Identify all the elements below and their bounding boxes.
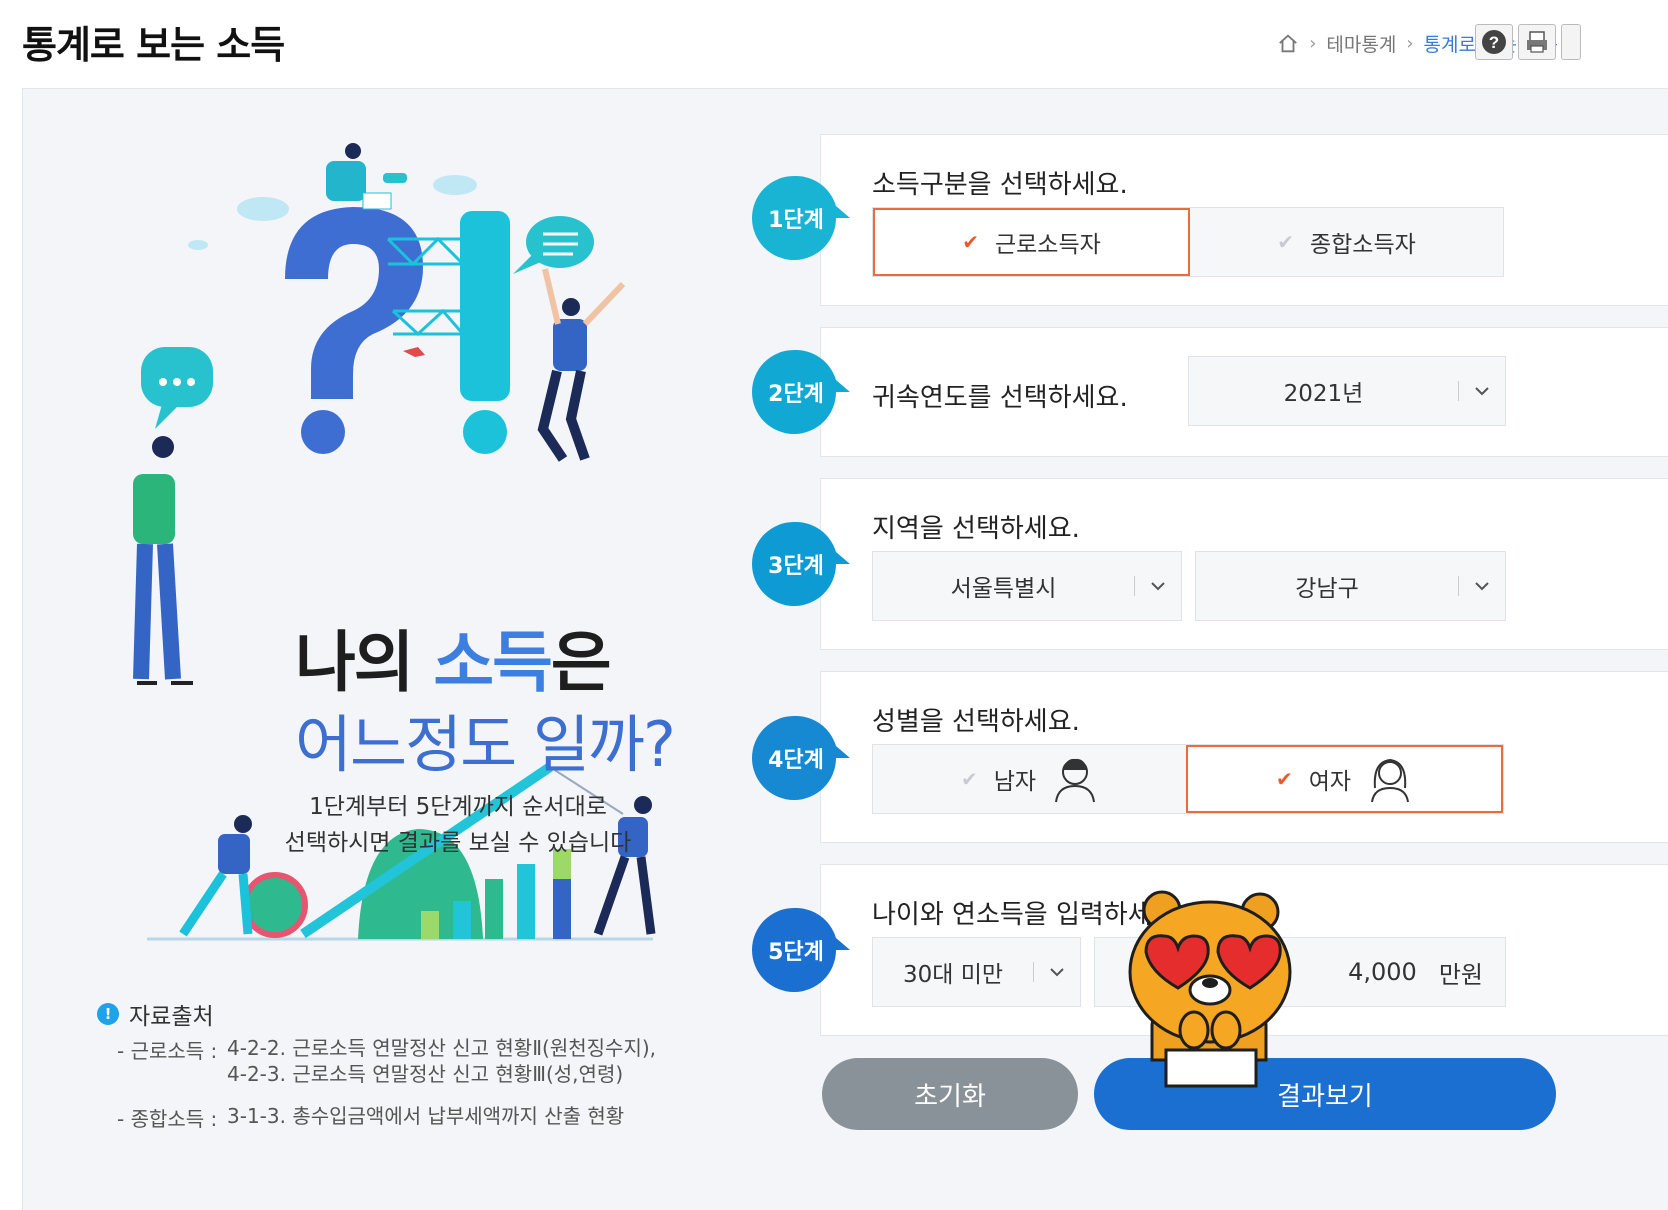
home-icon[interactable] [1277, 33, 1299, 55]
hero-text-2: 은 [550, 624, 612, 701]
step-1-question: 소득구분을 선택하세요. [872, 170, 1128, 200]
source-row-global: - 종합소득 : 3-1-3. 총수입금액에서 납부세액까지 산출 현황 [117, 1103, 624, 1132]
breadcrumb-item-theme[interactable]: 테마통계 [1326, 30, 1396, 57]
print-button[interactable] [1518, 24, 1556, 60]
info-icon: ! [97, 1003, 119, 1025]
step-2-badge-label: 2단계 [768, 382, 824, 407]
toolbar-extra-button[interactable] [1561, 24, 1581, 60]
city-select-value: 서울특별시 [950, 576, 1057, 602]
option-label: 남자 [993, 769, 1037, 795]
option-label: 여자 [1308, 769, 1352, 795]
printer-icon [1527, 31, 1547, 53]
step-4-badge-label: 4단계 [768, 748, 824, 773]
option-global-income[interactable]: ✔ 종합소득자 [1190, 208, 1503, 276]
breadcrumb-separator: › [1309, 33, 1317, 54]
step-5-badge: 5단계 [752, 908, 850, 992]
chevron-down-icon [1034, 967, 1080, 977]
year-select[interactable]: 2021년 [1188, 356, 1506, 426]
city-select[interactable]: 서울특별시 [872, 551, 1182, 621]
step-4-badge: 4단계 [752, 716, 850, 800]
hero-headline: 나의 소득은 [295, 609, 612, 705]
help-button[interactable]: ? [1475, 24, 1513, 60]
hero-text-1: 나의 [295, 624, 434, 701]
guide-text: 1단계부터 5단계까지 순서대로 선택하시면 결과를 보실 수 있습니다 [273, 789, 643, 861]
source-row-earned: - 근로소득 : 4-2-2. 근로소득 연말정산 신고 현황Ⅱ(원천징수지),… [117, 1035, 656, 1087]
source-label: - 근로소득 : [117, 1039, 218, 1063]
step-1-badge-label: 1단계 [768, 208, 824, 233]
year-select-value: 2021년 [1283, 381, 1364, 407]
reset-button[interactable]: 초기화 [822, 1058, 1078, 1130]
guide-text-line-2: 선택하시면 결과를 보실 수 있습니다 [284, 830, 632, 856]
svg-text:?: ? [1489, 33, 1499, 52]
check-icon: ✔ [1275, 767, 1293, 791]
district-select[interactable]: 강남구 [1195, 551, 1506, 621]
illustration-area: 나의 소득은 어느정도 일까? 1단계부터 5단계까지 순서대로 선택하시면 결… [23, 89, 803, 1210]
income-unit: 만원 [1438, 960, 1483, 989]
income-type-toggle: ✔ 근로소득자 ✔ 종합소득자 [872, 207, 1504, 277]
option-label: 근로소득자 [994, 232, 1101, 258]
step-3-badge: 3단계 [752, 522, 850, 606]
source-line: 4-2-2. 근로소득 연말정산 신고 현황Ⅱ(원천징수지), [227, 1036, 657, 1060]
female-avatar-icon [1371, 758, 1410, 803]
step-1-badge: 1단계 [752, 176, 850, 260]
breadcrumb-separator: › [1406, 33, 1414, 54]
source-label: - 종합소득 : [117, 1107, 218, 1131]
bear-mascot-sticker [1128, 890, 1292, 1088]
guide-text-line-1: 1단계부터 5단계까지 순서대로 [309, 794, 607, 820]
chevron-down-icon [1459, 581, 1505, 591]
option-label: 종합소득자 [1309, 232, 1416, 258]
hero-subheadline: 어느정도 일까? [295, 708, 676, 781]
gender-toggle: ✔ 남자 ✔ 여자 [872, 744, 1504, 814]
option-female[interactable]: ✔ 여자 [1186, 745, 1503, 813]
district-select-value: 강남구 [1295, 576, 1359, 602]
source-line: 4-2-3. 근로소득 연말정산 신고 현황Ⅲ(성,연령) [227, 1062, 624, 1086]
check-icon: ✔ [1277, 230, 1294, 254]
hero-accent-text: 소득 [433, 624, 552, 701]
income-value: 4,000 [1348, 958, 1417, 986]
page-title: 통계로 보는 소득 [22, 23, 285, 67]
chevron-down-icon [1135, 581, 1181, 591]
check-icon: ✔ [960, 767, 978, 791]
step-3-question: 지역을 선택하세요. [872, 514, 1080, 544]
step-2-badge: 2단계 [752, 350, 850, 434]
age-select-value: 30대 미만 [902, 962, 1004, 988]
source-title-text: 자료출처 [129, 1004, 214, 1030]
step-5-badge-label: 5단계 [768, 940, 824, 965]
step-4-question: 성별을 선택하세요. [872, 707, 1080, 737]
breadcrumb: › 테마통계 › 통계로 보는 소득 [1277, 30, 1558, 57]
step-2-question: 귀속연도를 선택하세요. [872, 383, 1128, 413]
male-avatar-icon [1055, 758, 1096, 803]
option-male[interactable]: ✔ 남자 [873, 745, 1186, 813]
source-line: 3-1-3. 총수입금액에서 납부세액까지 산출 현황 [227, 1104, 625, 1128]
question-circle-icon: ? [1482, 30, 1506, 54]
age-select[interactable]: 30대 미만 [872, 937, 1081, 1007]
check-icon: ✔ [962, 230, 979, 254]
option-earned-income[interactable]: ✔ 근로소득자 [873, 208, 1190, 276]
source-section-title: ! 자료출처 [97, 997, 214, 1031]
step-3-badge-label: 3단계 [768, 554, 824, 579]
chevron-down-icon [1459, 386, 1505, 396]
